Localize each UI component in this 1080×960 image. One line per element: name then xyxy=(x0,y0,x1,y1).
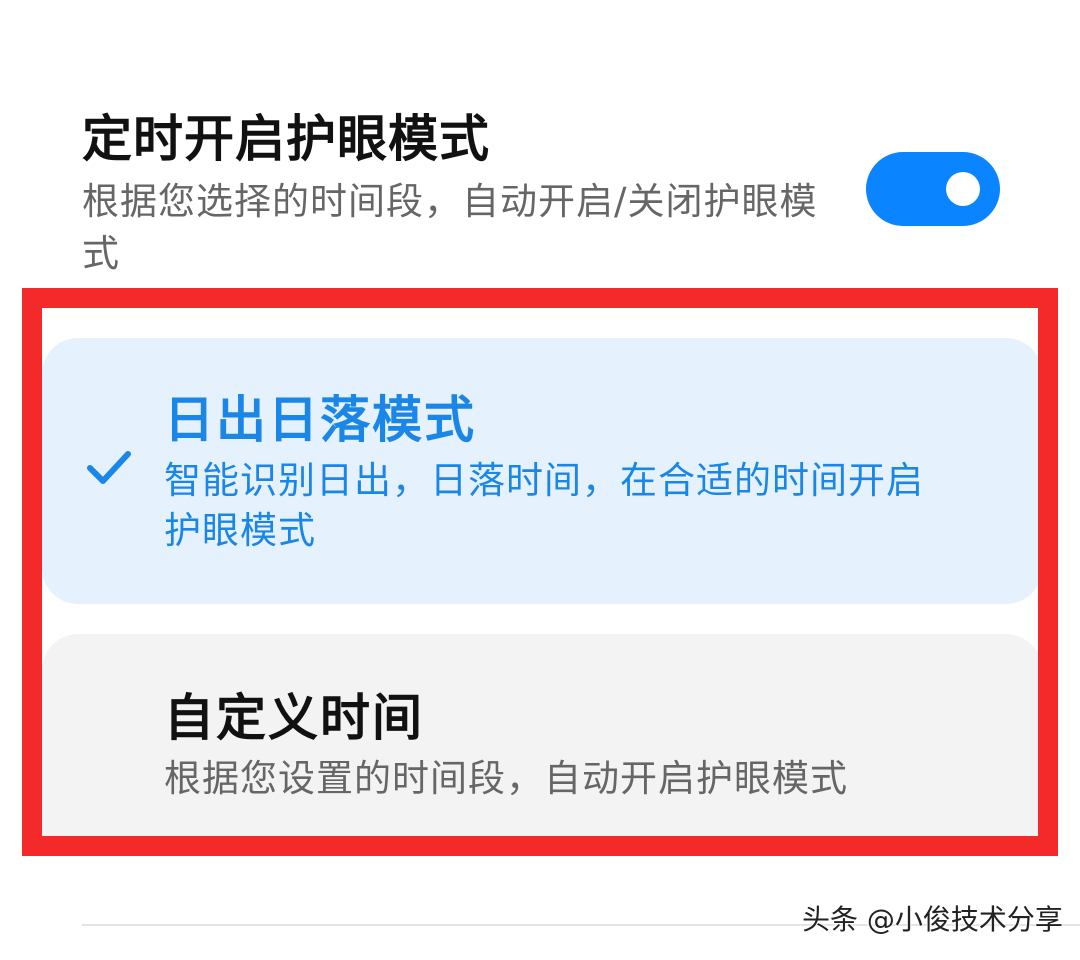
setting-description: 根据您选择的时间段，自动开启/关闭护眼模式 xyxy=(82,180,818,275)
red-highlight-frame xyxy=(22,288,1058,856)
eye-care-schedule-screen: 定时开启护眼模式 根据您选择的时间段，自动开启/关闭护眼模式 日出日落模式 智能… xyxy=(0,0,1080,960)
toggle-knob xyxy=(946,172,980,206)
setting-title: 定时开启护眼模式 xyxy=(82,110,490,168)
watermark: 头条 @小俊技术分享 xyxy=(802,903,1063,936)
schedule-toggle-switch[interactable] xyxy=(866,152,1000,226)
schedule-setting-row[interactable]: 定时开启护眼模式 根据您选择的时间段，自动开启/关闭护眼模式 xyxy=(82,108,842,280)
